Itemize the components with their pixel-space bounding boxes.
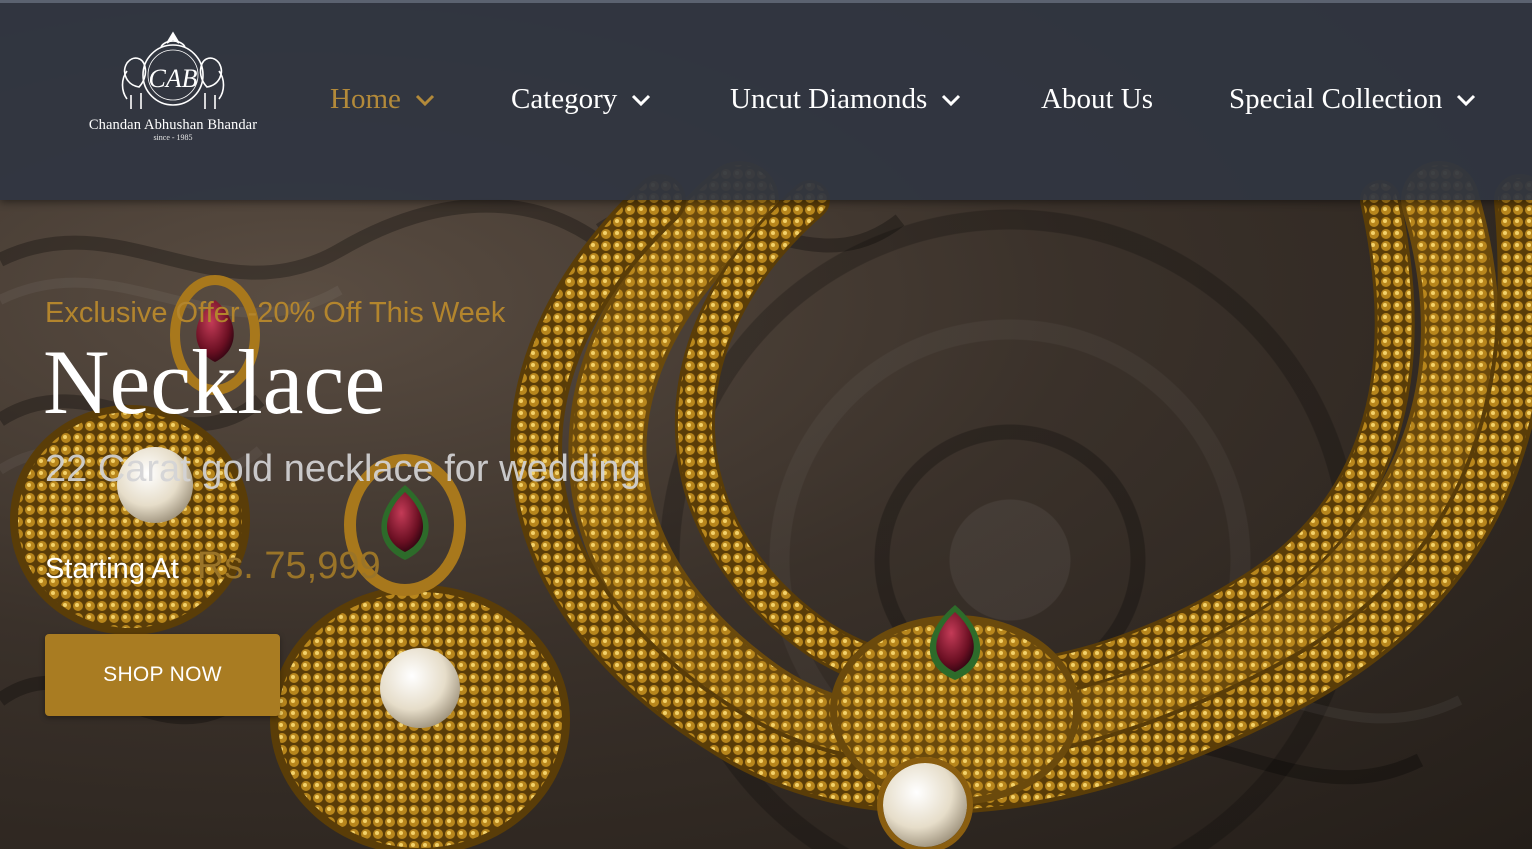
nav-item-about-us[interactable]: About Us [1041,83,1153,116]
site-header: CAB Chandan Abhushan Bhandar since - 198… [0,0,1532,200]
page: CAB Chandan Abhushan Bhandar since - 198… [0,0,1532,849]
nav-item-label: Category [511,83,618,115]
shop-now-button[interactable]: SHOP NOW [45,634,280,716]
hero-price-line: Starting At Rs. 75,999 [45,545,381,588]
nav-item-home[interactable]: Home [330,83,435,116]
nav-item-label: Special Collection [1229,83,1443,115]
hero-subtitle: 22 Carat gold necklace for wedding [45,448,641,490]
hero-price: Rs. 75,999 [196,545,381,587]
nav-item-label: Uncut Diamonds [730,83,928,115]
starting-at-label: Starting At [45,553,179,585]
nav-item-special-collection[interactable]: Special Collection [1229,83,1476,116]
main-nav: Home Category Uncut Diamonds About Us Sp… [0,83,1532,127]
chevron-down-icon [1457,94,1476,106]
nav-item-uncut-diamonds[interactable]: Uncut Diamonds [730,83,961,116]
brand-since: since - 1985 [153,133,193,142]
chevron-down-icon [942,94,961,106]
hero-title: Necklace [43,331,386,433]
nav-item-label: Home [330,83,401,115]
chevron-down-icon [632,94,651,106]
hero-offer-text: Exclusive Offer -20% Off This Week [45,297,506,329]
nav-item-label: About Us [1041,83,1153,115]
chevron-down-icon [415,94,434,106]
nav-item-category[interactable]: Category [511,83,651,116]
